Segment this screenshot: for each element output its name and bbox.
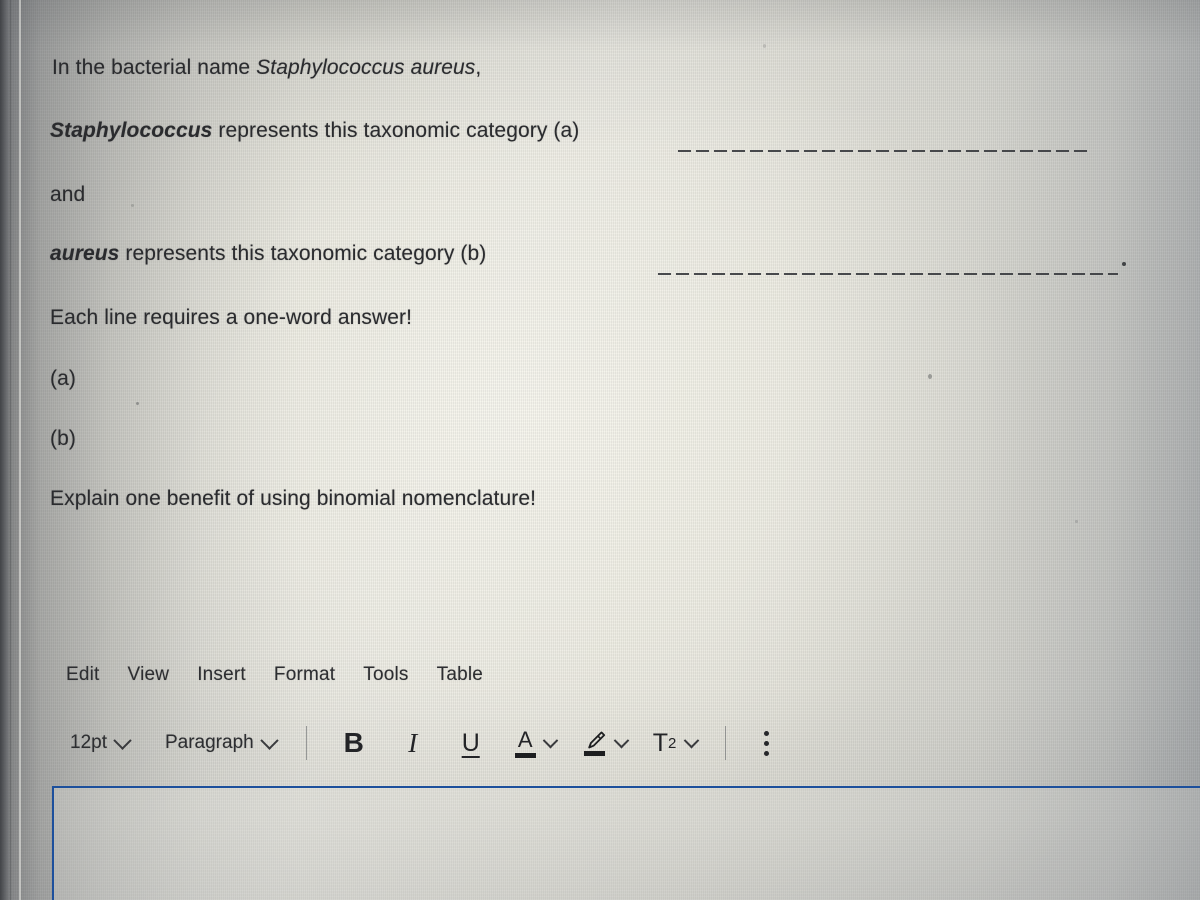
- menu-item-tools[interactable]: Tools: [363, 664, 408, 686]
- kebab-dot: [764, 750, 770, 756]
- more-options-icon[interactable]: [764, 730, 770, 756]
- text-color-icon: A: [514, 726, 536, 758]
- species-name-text: aureus: [50, 242, 120, 265]
- menu-item-edit[interactable]: Edit: [66, 664, 100, 686]
- bold-button[interactable]: B: [337, 727, 371, 759]
- kebab-dot: [764, 730, 770, 736]
- menu-item-format[interactable]: Format: [274, 664, 335, 686]
- superscript-dropdown[interactable]: [684, 732, 700, 749]
- kebab-dot: [764, 740, 770, 746]
- font-size-dropdown[interactable]: 12pt: [70, 730, 132, 754]
- highlight-color-button[interactable]: [583, 730, 607, 756]
- highlighter-pen-icon: [583, 730, 607, 756]
- toolbar-divider: [305, 726, 307, 760]
- text-color-button[interactable]: A: [514, 726, 536, 758]
- chevron-down-icon: [113, 730, 132, 750]
- text-color-swatch: [514, 752, 536, 758]
- question-document: In the bacterial name Staphylococcus aur…: [0, 0, 1200, 900]
- highlight-color-swatch: [584, 751, 606, 756]
- menu-item-view[interactable]: View: [128, 664, 170, 686]
- chevron-down-icon: [260, 730, 279, 750]
- menu-item-insert[interactable]: Insert: [197, 664, 246, 686]
- italic-button[interactable]: I: [399, 728, 427, 759]
- question-line-instruction: Each line requires a one-word answer!: [50, 306, 412, 330]
- editor-menubar: Edit View Insert Format Tools Table: [66, 664, 483, 686]
- chevron-down-icon: [684, 732, 700, 748]
- question-line-intro: In the bacterial name Staphylococcus aur…: [52, 56, 481, 80]
- text-color-dropdown[interactable]: [542, 732, 558, 749]
- instruction-text: Each line requires a one-word answer!: [50, 306, 413, 329]
- highlight-color-dropdown[interactable]: [613, 732, 629, 749]
- superscript-button[interactable]: T2: [653, 729, 677, 758]
- answer-label-a: (a): [50, 367, 76, 391]
- chevron-down-icon: [542, 732, 558, 748]
- sentence-period: [1122, 262, 1126, 266]
- genus-name-text: Staphylococcus: [50, 119, 213, 142]
- toolbar-divider-end: [725, 726, 727, 760]
- answer-label-b: (b): [50, 427, 76, 451]
- font-size-value: 12pt: [70, 732, 107, 753]
- block-format-dropdown[interactable]: Paragraph: [164, 730, 279, 754]
- intro-suffix-text: ,: [475, 56, 482, 79]
- and-connector-text: and: [50, 183, 86, 206]
- species-question-text: represents this taxonomic category (b): [119, 242, 487, 265]
- rich-text-editing-area[interactable]: [52, 786, 1200, 900]
- binomial-name-italic: Staphylococcus aureus: [256, 56, 476, 79]
- answer-blank-b-rule: [658, 273, 1118, 275]
- question-line-species: aureus represents this taxonomic categor…: [50, 242, 486, 266]
- intro-prefix-text: In the bacterial name: [52, 56, 257, 79]
- answer-a-text: (a): [50, 367, 76, 390]
- underline-button[interactable]: U: [457, 729, 485, 758]
- text-color-letter: A: [517, 726, 533, 752]
- chevron-down-icon: [613, 732, 629, 748]
- editor-toolbar: 12pt Paragraph B I U A T 2: [70, 726, 770, 760]
- question-line-and: and: [50, 183, 85, 207]
- pen-glyph: [588, 731, 605, 749]
- superscript-letter: T: [652, 728, 668, 757]
- block-format-value: Paragraph: [164, 732, 254, 753]
- answer-blank-a-rule: [678, 150, 1088, 152]
- screen-photo-stage: In the bacterial name Staphylococcus aur…: [0, 0, 1200, 900]
- question-line-explain: Explain one benefit of using binomial no…: [50, 487, 536, 511]
- answer-b-text: (b): [50, 427, 76, 450]
- superscript-exponent: 2: [668, 734, 677, 752]
- genus-question-text: represents this taxonomic category (a): [212, 119, 580, 142]
- explain-text: Explain one benefit of using binomial no…: [50, 487, 537, 510]
- menu-item-table[interactable]: Table: [437, 664, 483, 686]
- question-line-genus: Staphylococcus represents this taxonomic…: [50, 119, 579, 143]
